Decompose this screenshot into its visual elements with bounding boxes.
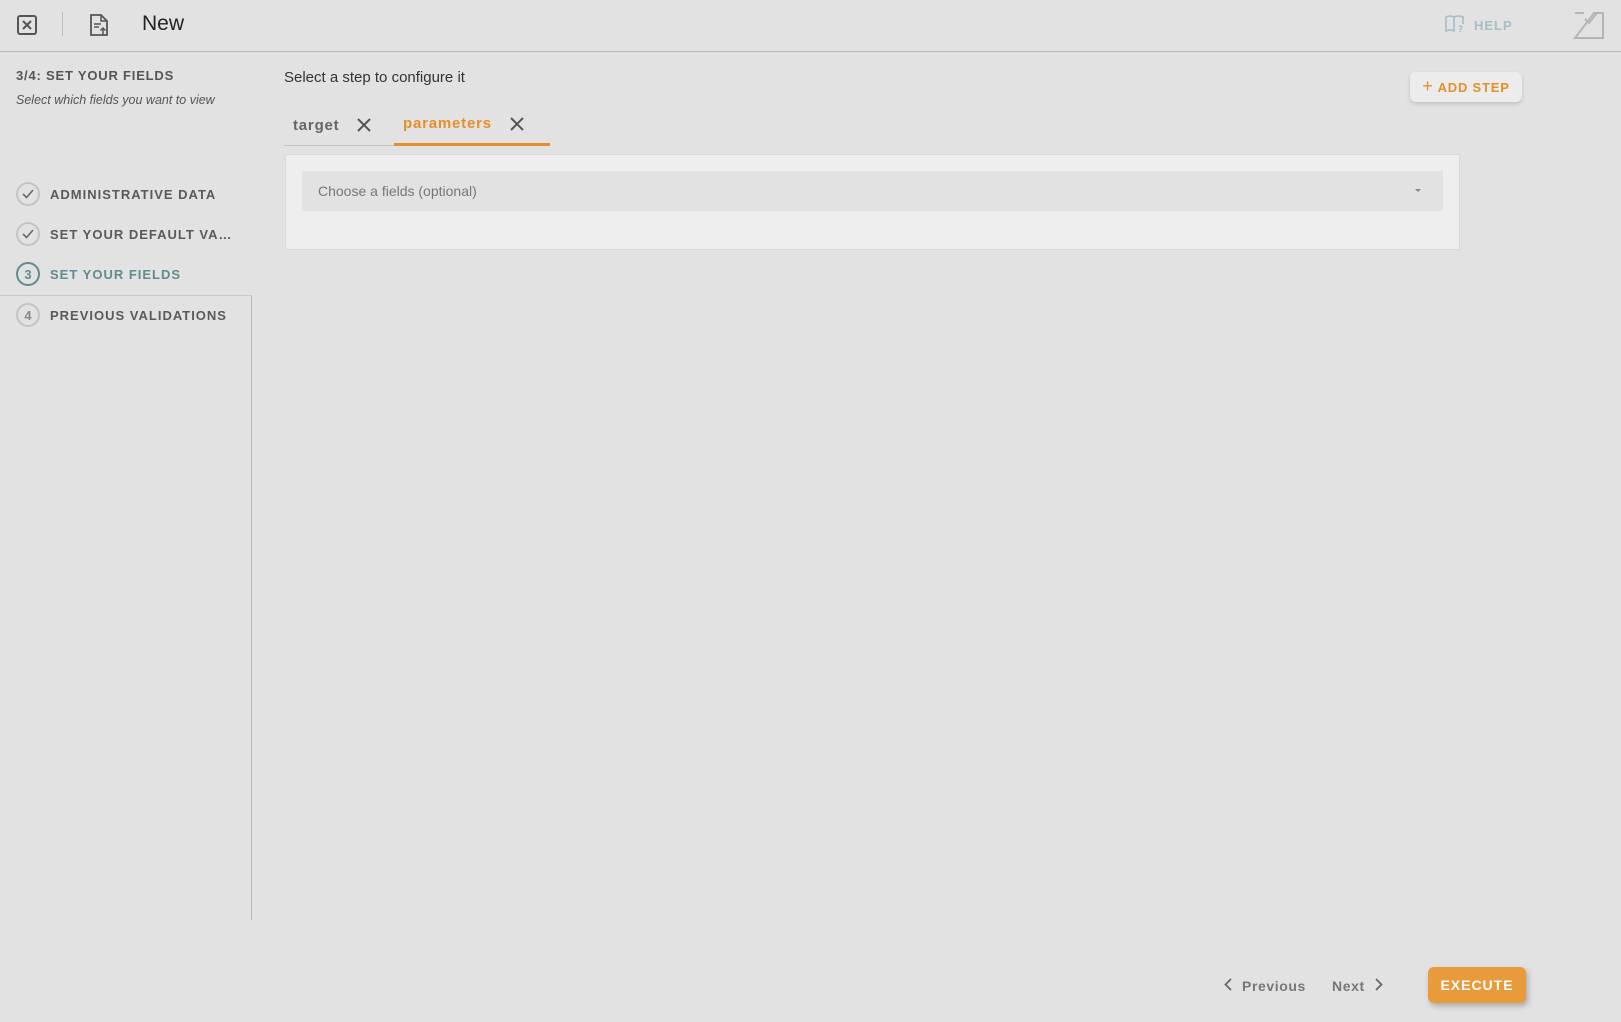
help-label: HELP (1474, 17, 1513, 33)
check-icon (16, 222, 40, 246)
header-divider (62, 12, 63, 36)
book-icon: ? (1444, 14, 1466, 36)
sidebar-item-label: SET YOUR FIELDS (50, 266, 182, 282)
step-number: 3 (16, 262, 40, 286)
close-icon[interactable] (510, 116, 524, 131)
sidebar-item-label: PREVIOUS VALIDATIONS (50, 307, 227, 323)
step-number: 4 (16, 303, 40, 327)
section-title: Select a step to configure it (284, 69, 465, 86)
step-heading: 3/4: SET YOUR FIELDS (16, 68, 175, 83)
check-icon (16, 182, 40, 206)
inbox-check-icon[interactable] (1572, 10, 1605, 40)
chevron-left-icon (1224, 978, 1232, 994)
sidebar-item-set-fields[interactable]: 3 SET YOUR FIELDS (16, 260, 246, 288)
previous-label: Previous (1242, 978, 1306, 994)
sidebar-item-previous-validations[interactable]: 4 PREVIOUS VALIDATIONS (16, 301, 246, 329)
steps-sidebar: 3/4: SET YOUR FIELDS Select which fields… (0, 52, 252, 920)
step-config-panel: Choose a fields (optional) (285, 154, 1460, 250)
close-icon[interactable] (16, 14, 38, 36)
sidebar-item-label: SET YOUR DEFAULT VALUES (50, 226, 238, 242)
document-upload-icon (88, 13, 110, 37)
tab-target[interactable]: target (284, 104, 394, 146)
sidebar-item-administrative-data[interactable]: ADMINISTRATIVE DATA (16, 180, 246, 208)
previous-button[interactable]: Previous (1224, 974, 1306, 998)
execute-button[interactable]: EXECUTE (1428, 967, 1526, 1003)
plus-icon: + (1422, 76, 1434, 96)
tab-label: parameters (403, 115, 492, 132)
sidebar-divider (0, 295, 252, 296)
step-tabs: target parameters (284, 104, 550, 146)
chevron-right-icon (1375, 978, 1383, 994)
next-button[interactable]: Next (1332, 974, 1383, 998)
sidebar-item-label: ADMINISTRATIVE DATA (50, 186, 217, 202)
caret-down-icon (1415, 189, 1421, 192)
step-subtitle: Select which fields you want to view (16, 93, 215, 107)
next-label: Next (1332, 978, 1365, 994)
add-step-label: ADD STEP (1437, 79, 1510, 95)
svg-text:?: ? (1458, 25, 1464, 33)
tab-parameters[interactable]: parameters (394, 104, 550, 146)
sidebar-item-default-values[interactable]: SET YOUR DEFAULT VALUES (16, 220, 246, 248)
select-placeholder: Choose a fields (optional) (318, 183, 477, 199)
fields-select[interactable]: Choose a fields (optional) (302, 171, 1443, 211)
top-bar: New ? HELP (0, 0, 1621, 52)
close-icon[interactable] (357, 118, 372, 132)
help-button[interactable]: ? HELP (1444, 14, 1513, 36)
tab-label: target (293, 116, 340, 134)
add-step-button[interactable]: + ADD STEP (1410, 72, 1522, 102)
page-title: New (142, 12, 185, 35)
sidebar-border (251, 295, 252, 920)
